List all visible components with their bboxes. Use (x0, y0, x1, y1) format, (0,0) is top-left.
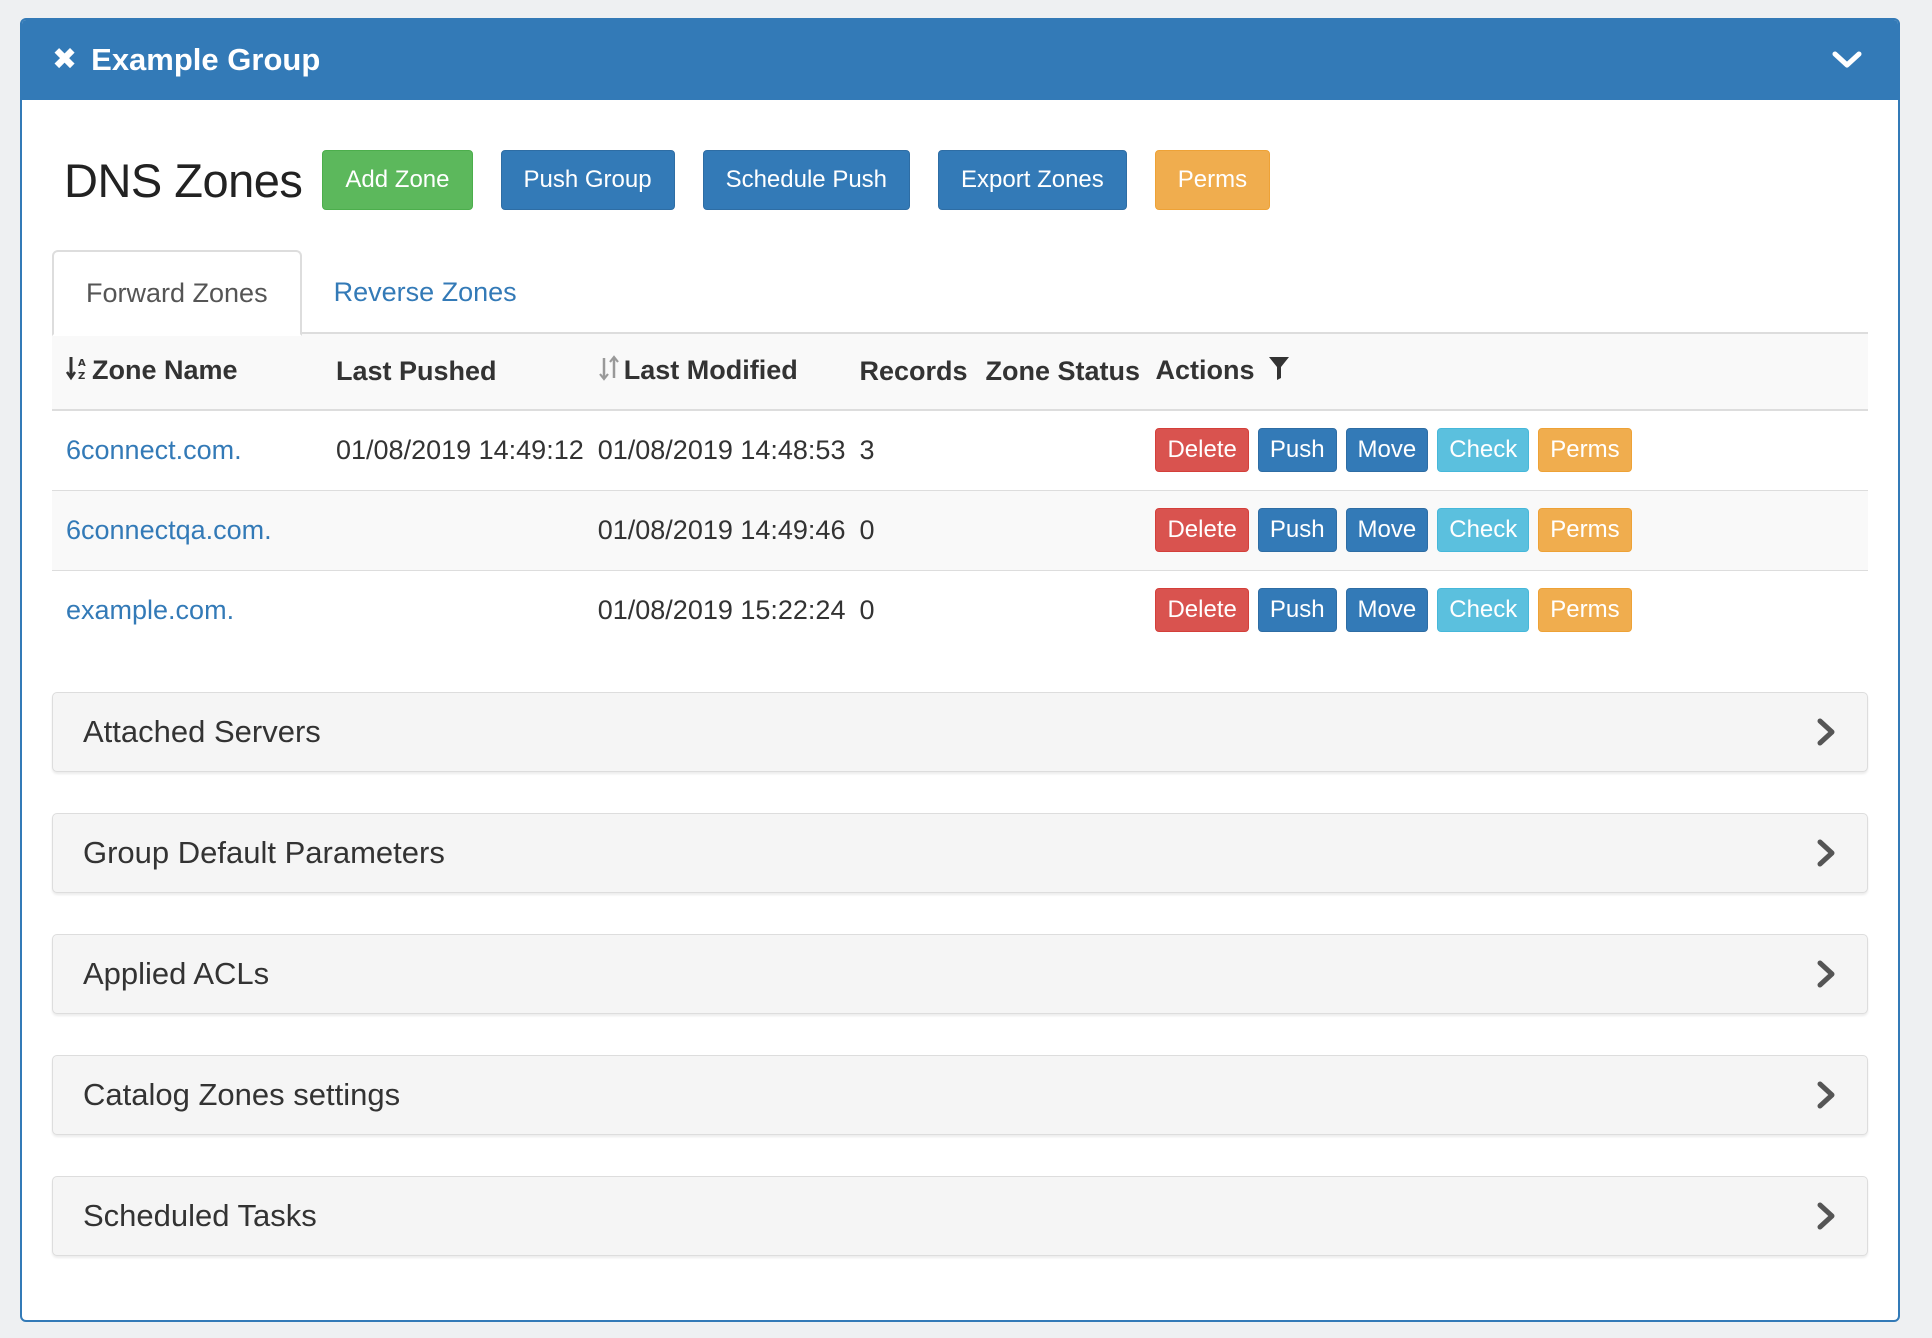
last-pushed-cell: 01/08/2019 14:49:12 (336, 434, 584, 465)
check-button[interactable]: Check (1437, 508, 1530, 552)
section-attached-servers[interactable]: Attached Servers (52, 692, 1868, 772)
move-button[interactable]: Move (1345, 428, 1429, 473)
tab-reverse-zones[interactable]: Reverse Zones (302, 250, 549, 334)
actions-cell: Delete Push Move Check Perms (1141, 490, 1868, 570)
last-pushed-cell (322, 570, 584, 650)
sort-alpha-icon: AZ (65, 355, 88, 388)
move-button[interactable]: Move (1345, 588, 1429, 633)
last-modified-cell: 01/08/2019 14:49:46 (597, 514, 846, 545)
push-button[interactable]: Push (1257, 508, 1337, 552)
delete-button[interactable]: Delete (1155, 588, 1249, 633)
zone-status-cell (971, 490, 1141, 570)
last-modified-cell: 01/08/2019 14:48:53 (597, 434, 846, 465)
zone-link[interactable]: 6connectqa.com. (66, 515, 272, 545)
section-title: Group Default Parameters (83, 835, 445, 870)
col-zone-name-label: Zone Name (92, 354, 238, 385)
zone-name-cell[interactable]: 6connectqa.com. (52, 490, 322, 570)
table-header-row: AZ Zone Name Last Pushed Last Modified R… (52, 334, 1868, 410)
zone-name-cell[interactable]: 6connect.com. (52, 410, 322, 490)
chevron-right-icon[interactable] (1813, 838, 1839, 868)
section-catalog-zones-settings[interactable]: Catalog Zones settings (52, 1055, 1868, 1135)
chevron-right-icon[interactable] (1813, 959, 1839, 989)
svg-text:Z: Z (78, 371, 85, 381)
schedule-push-button[interactable]: Schedule Push (702, 150, 911, 210)
last-pushed-cell (322, 490, 584, 570)
panel-body: DNS Zones Add Zone Push Group Schedule P… (22, 150, 1898, 1256)
row-perms-button[interactable]: Perms (1538, 588, 1632, 633)
table-row: 6connectqa.com. 01/08/2019 14:49:46 0 De… (52, 490, 1868, 570)
zones-table: AZ Zone Name Last Pushed Last Modified R… (52, 334, 1868, 650)
push-button[interactable]: Push (1257, 588, 1337, 633)
header-left: ✖ Example Group (52, 42, 320, 78)
section-group-default-parameters[interactable]: Group Default Parameters (52, 813, 1868, 893)
row-actions: Delete Push Move Check Perms (1155, 588, 1868, 633)
filter-icon[interactable] (1268, 355, 1290, 388)
zone-status-cell (971, 410, 1141, 490)
panel-header[interactable]: ✖ Example Group (22, 20, 1898, 100)
col-last-pushed[interactable]: Last Pushed (322, 334, 584, 410)
col-actions: Actions (1141, 334, 1868, 410)
row-perms-button[interactable]: Perms (1538, 508, 1632, 552)
col-zone-status[interactable]: Zone Status (971, 334, 1141, 410)
col-records[interactable]: Records (845, 334, 971, 410)
push-button[interactable]: Push (1257, 428, 1337, 473)
zone-status-cell (971, 570, 1141, 650)
tab-forward-zones[interactable]: Forward Zones (52, 250, 302, 336)
last-modified-cell: 01/08/2019 15:22:24 (597, 594, 846, 625)
title-row: DNS Zones Add Zone Push Group Schedule P… (52, 150, 1868, 210)
group-panel: ✖ Example Group DNS Zones Add Zone Push … (20, 18, 1900, 1322)
add-zone-button[interactable]: Add Zone (322, 150, 473, 210)
table-row: 6connect.com. 01/08/2019 14:49:12 01/08/… (52, 410, 1868, 490)
actions-cell: Delete Push Move Check Perms (1141, 410, 1868, 490)
section-title: Scheduled Tasks (83, 1198, 317, 1233)
svg-text:A: A (78, 358, 86, 369)
row-actions: Delete Push Move Check Perms (1155, 508, 1868, 552)
zone-tabs: Forward Zones Reverse Zones (52, 250, 1868, 336)
section-title: Attached Servers (83, 714, 321, 749)
chevron-right-icon[interactable] (1813, 1201, 1839, 1231)
page-title: DNS Zones (64, 153, 303, 207)
zone-name-cell[interactable]: example.com. (52, 570, 322, 650)
delete-button[interactable]: Delete (1155, 428, 1249, 473)
chevron-right-icon[interactable] (1813, 1080, 1839, 1110)
records-cell: 0 (859, 594, 875, 625)
chevron-down-icon[interactable] (1830, 43, 1864, 77)
move-button[interactable]: Move (1345, 508, 1429, 552)
section-scheduled-tasks[interactable]: Scheduled Tasks (52, 1176, 1868, 1256)
section-title: Applied ACLs (83, 956, 270, 991)
records-cell: 0 (859, 514, 875, 545)
group-title: Example Group (91, 42, 321, 77)
check-button[interactable]: Check (1437, 588, 1530, 633)
row-actions: Delete Push Move Check Perms (1155, 428, 1868, 473)
actions-cell: Delete Push Move Check Perms (1141, 570, 1868, 650)
col-actions-label: Actions (1155, 354, 1255, 385)
row-perms-button[interactable]: Perms (1538, 428, 1632, 473)
chevron-right-icon[interactable] (1813, 717, 1839, 747)
col-last-modified-label: Last Modified (623, 354, 798, 385)
close-icon[interactable]: ✖ (52, 45, 77, 75)
delete-button[interactable]: Delete (1155, 508, 1249, 552)
col-last-modified[interactable]: Last Modified (584, 334, 846, 410)
zone-link[interactable]: example.com. (66, 595, 234, 625)
zone-link[interactable]: 6connect.com. (66, 435, 242, 465)
section-applied-acls[interactable]: Applied ACLs (52, 934, 1868, 1014)
check-button[interactable]: Check (1437, 428, 1530, 473)
section-title: Catalog Zones settings (83, 1077, 401, 1112)
collapsible-sections: Attached Servers Group Default Parameter… (52, 692, 1868, 1256)
records-cell: 3 (859, 434, 875, 465)
table-row: example.com. 01/08/2019 15:22:24 0 Delet… (52, 570, 1868, 650)
push-group-button[interactable]: Push Group (500, 150, 675, 210)
export-zones-button[interactable]: Export Zones (938, 150, 1127, 210)
col-zone-name[interactable]: AZ Zone Name (52, 334, 322, 410)
perms-button[interactable]: Perms (1154, 150, 1271, 210)
sort-icon (598, 355, 620, 388)
